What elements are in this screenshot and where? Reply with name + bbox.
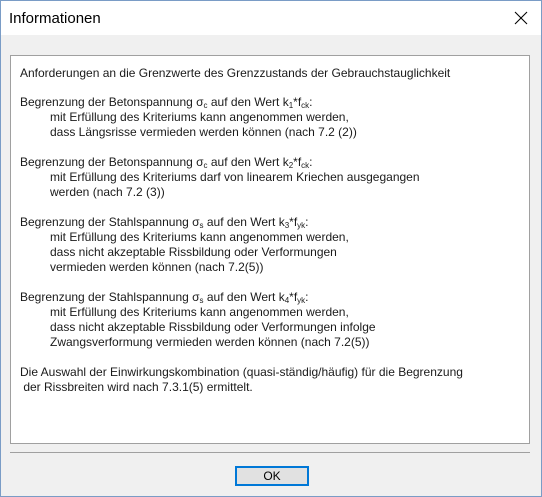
section-title: Begrenzung der Stahlspannung σs auf den … — [20, 290, 309, 305]
section-line: Zwangsverformung vermieden werden können… — [50, 335, 370, 349]
info-text-box: Anforderungen an die Grenzwerte des Gren… — [10, 55, 530, 444]
footer-line: Die Auswahl der Einwirkungskombination (… — [20, 365, 463, 379]
footer-line: der Rissbreiten wird nach 7.3.1(5) ermit… — [20, 380, 253, 394]
section-line: werden (nach 7.2 (3)) — [50, 185, 165, 199]
ok-button[interactable]: OK — [235, 466, 309, 486]
title-bar[interactable]: Informationen — [1, 1, 541, 35]
section-concrete-k2: Begrenzung der Betonspannung σc auf den … — [20, 155, 521, 200]
section-line: mit Erfüllung des Kriteriums darf von li… — [50, 170, 420, 184]
section-title: Begrenzung der Stahlspannung σs auf den … — [20, 215, 309, 230]
dialog-window: Informationen Anforderungen an die Grenz… — [0, 0, 542, 497]
close-button[interactable] — [501, 1, 541, 35]
separator-line — [10, 452, 530, 453]
section-line: dass nicht akzeptable Rissbildung oder V… — [50, 245, 337, 259]
info-heading: Anforderungen an die Grenzwerte des Gren… — [20, 66, 451, 80]
section-line: vermieden werden können (nach 7.2(5)) — [50, 260, 264, 274]
section-title: Begrenzung der Betonspannung σc auf den … — [20, 95, 313, 110]
close-x-icon — [514, 11, 528, 25]
section-steel-k4: Begrenzung der Stahlspannung σs auf den … — [20, 290, 521, 350]
section-line: mit Erfüllung des Kriteriums kann angeno… — [50, 305, 349, 319]
section-line: mit Erfüllung des Kriteriums kann angeno… — [50, 110, 349, 124]
section-line: dass Längsrisse vermieden werden können … — [50, 125, 357, 139]
section-steel-k3: Begrenzung der Stahlspannung σs auf den … — [20, 215, 521, 275]
section-line: mit Erfüllung des Kriteriums kann angeno… — [50, 230, 349, 244]
section-concrete-k1: Begrenzung der Betonspannung σc auf den … — [20, 95, 521, 140]
section-line: dass nicht akzeptable Rissbildung oder V… — [50, 320, 376, 334]
footer-note: Die Auswahl der Einwirkungskombination (… — [20, 365, 521, 395]
section-title: Begrenzung der Betonspannung σc auf den … — [20, 155, 313, 170]
window-title: Informationen — [9, 10, 101, 27]
